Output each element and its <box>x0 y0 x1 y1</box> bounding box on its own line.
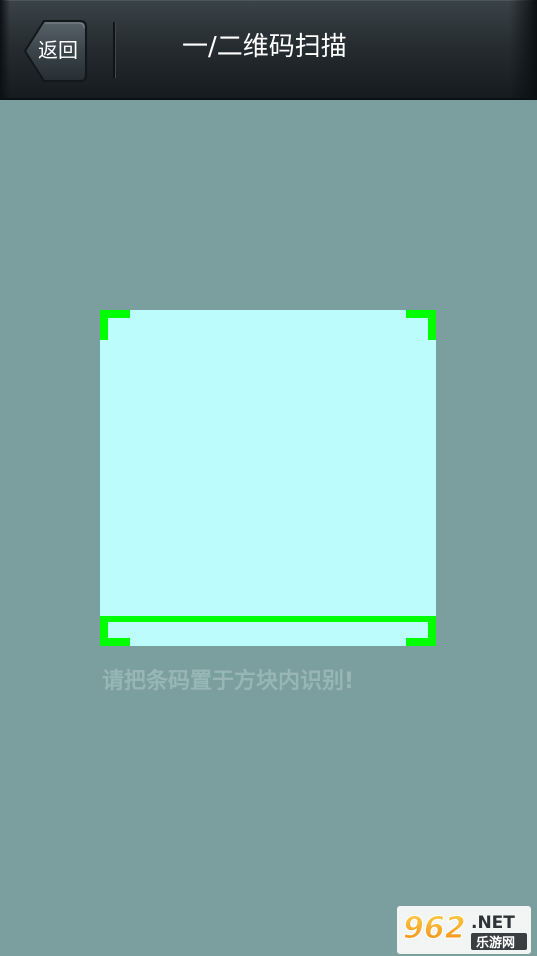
title-divider <box>113 22 115 78</box>
watermark-logo: 962 .NET 乐游网 <box>397 906 531 954</box>
logo-icon: 962 .NET 乐游网 <box>403 911 527 951</box>
svg-text:962: 962 <box>403 911 466 946</box>
back-button[interactable]: 返回 <box>24 19 88 83</box>
corner-top-left-marker <box>100 310 130 340</box>
scan-viewfinder <box>100 310 436 646</box>
scan-hint-text: 请把条码置于方块内识别! <box>102 669 355 694</box>
scan-laser-line <box>100 616 436 622</box>
corner-top-right-marker <box>406 310 436 340</box>
svg-text:乐游网: 乐游网 <box>476 935 515 951</box>
svg-text:.NET: .NET <box>471 913 515 933</box>
title-bar: 返回 一/二维码扫描 <box>0 0 537 100</box>
page-title: 一/二维码扫描 <box>182 32 347 62</box>
back-button-label: 返回 <box>38 38 78 62</box>
